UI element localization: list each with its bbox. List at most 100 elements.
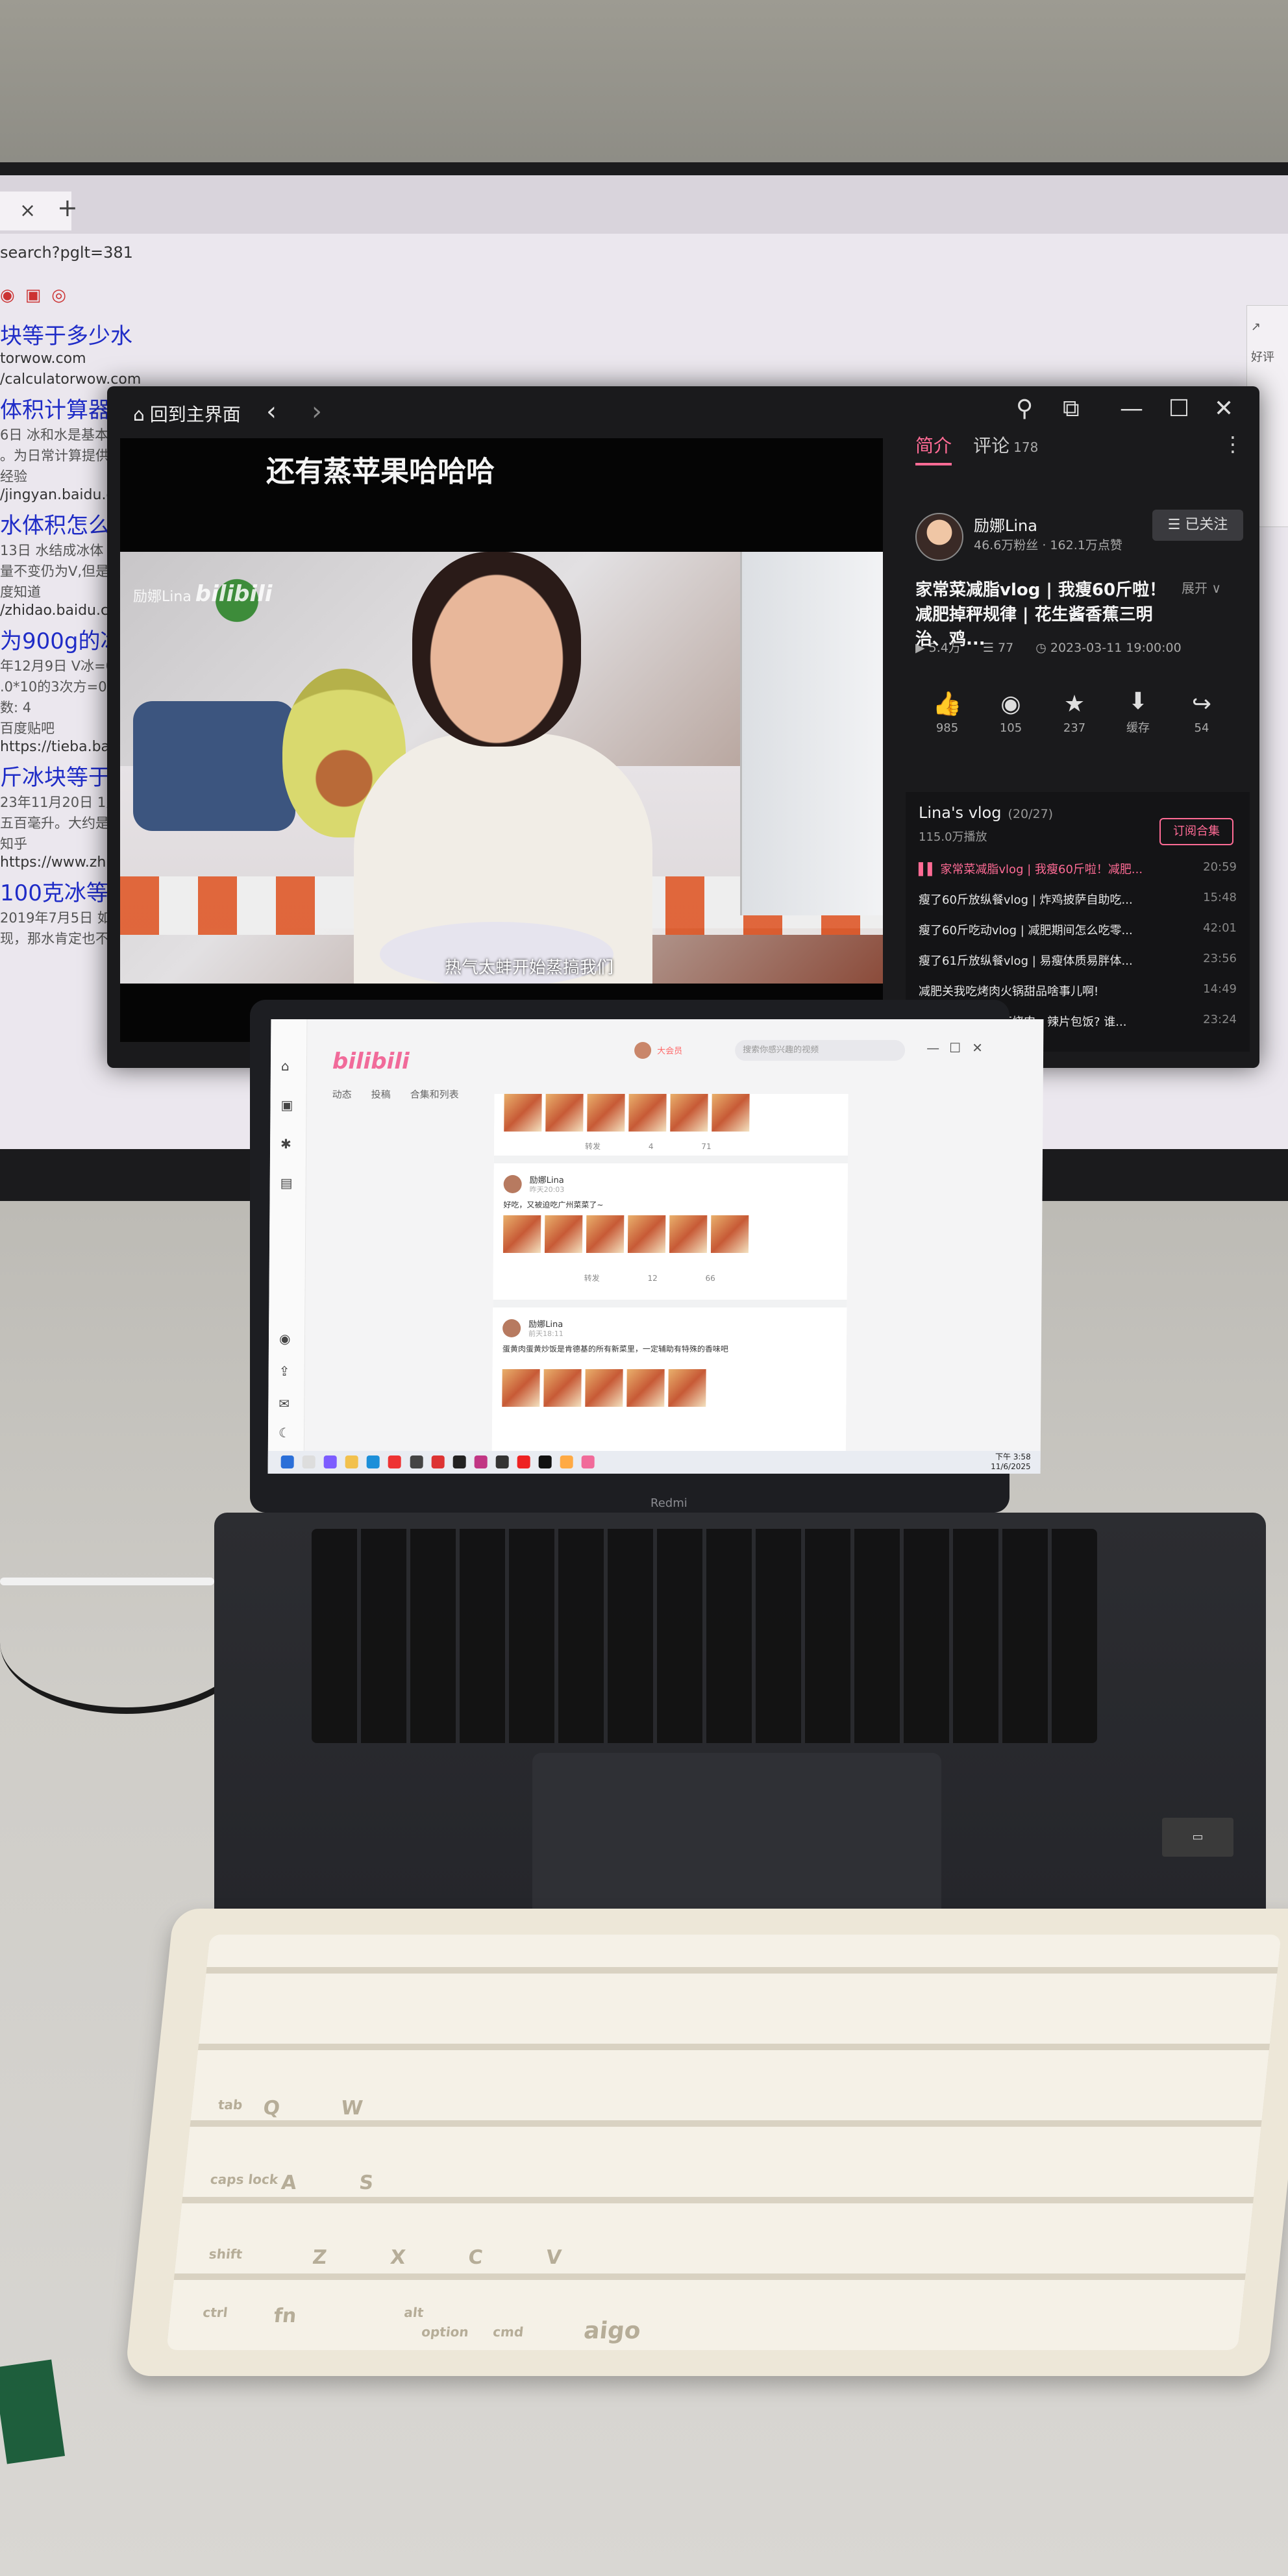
app-icon[interactable]	[431, 1455, 445, 1468]
coin-button[interactable]: ◉ 105	[979, 691, 1043, 735]
wps-icon[interactable]	[517, 1455, 530, 1468]
laptop-app-sidebar: ⌂ ▣ ✱ ▤ ◉ ⇪ ✉ ☾	[267, 1019, 308, 1474]
avatar[interactable]	[503, 1175, 522, 1193]
key-label[interactable]: A	[280, 2172, 298, 2194]
external-keyboard: Q W A S Z X C Valt ctrl fn shift caps lock tab option…	[125, 1909, 1288, 2376]
bookmark-icon[interactable]: ▣	[25, 286, 52, 305]
instagram-icon[interactable]	[474, 1455, 488, 1468]
post-actions[interactable]: 转发 4 71	[585, 1141, 712, 1152]
bilibili-icon[interactable]	[581, 1455, 595, 1468]
key-label[interactable]: X	[390, 2246, 407, 2269]
post-card[interactable]: 励娜Lina 前天18:11 蛋黄肉蛋黄炒饭是肯德基的所有新菜里，一定辅助有特殊…	[491, 1307, 847, 1465]
theme-icon[interactable]: ☾	[279, 1425, 290, 1441]
folder-icon[interactable]	[345, 1455, 359, 1468]
subscribe-button[interactable]: 订阅合集	[1159, 818, 1233, 845]
uploader-name[interactable]: 励娜Lina	[974, 513, 1037, 536]
video-icon[interactable]: ▣	[280, 1097, 293, 1113]
weibo-icon[interactable]: ◉	[0, 286, 25, 305]
episode-item[interactable]: 瘦了60斤吃动vlog | 减肥期间怎么吃零... 42:01	[919, 921, 1237, 938]
pip-icon[interactable]: ⧉	[1063, 395, 1080, 423]
episode-item[interactable]: ▌▌ 家常菜减脂vlog | 我瘦60斤啦！减肥... 20:59	[919, 860, 1237, 877]
search-icon[interactable]	[302, 1455, 316, 1468]
taskbar-clock[interactable]: 下午 3:58 11/6/2025	[991, 1452, 1031, 1472]
minimize-icon[interactable]: —	[1120, 395, 1143, 422]
upload-icon[interactable]: ⇪	[279, 1363, 290, 1379]
result-snippet: 知乎	[0, 836, 27, 852]
result-title-link[interactable]: 块等于多少水	[0, 318, 132, 350]
avatar[interactable]	[502, 1319, 521, 1337]
follow-button[interactable]: ☰ 已关注	[1152, 510, 1243, 541]
minimize-icon[interactable]: —	[926, 1040, 939, 1056]
result-snippet: 数: 4	[0, 700, 32, 715]
home-icon: ⌂	[133, 404, 145, 425]
expand-button[interactable]: 展开 ∨	[1182, 578, 1221, 597]
avatar-icon[interactable]: ◉	[279, 1331, 291, 1346]
search-input[interactable]: 搜索你感兴趣的视频	[734, 1040, 906, 1061]
episode-item[interactable]: 瘦了60斤放纵餐vlog | 炸鸡披萨自助吃... 15:48	[919, 891, 1237, 908]
key-label[interactable]: caps lock	[210, 2172, 279, 2187]
tab-intro[interactable]: 简介	[915, 432, 952, 465]
pin-icon[interactable]: ⚲	[1016, 395, 1033, 422]
cache-button[interactable]: ⬇ 缓存	[1106, 688, 1170, 736]
key-label[interactable]: alt	[403, 2305, 424, 2320]
key-label[interactable]: Q	[262, 2097, 281, 2120]
series-title[interactable]: Lina's vlog (20/27)	[919, 804, 1053, 822]
app-icon[interactable]	[538, 1455, 552, 1468]
tab-comments[interactable]: 评论 178	[973, 432, 1038, 458]
windows-taskbar: 下午 3:58 11/6/2025	[267, 1451, 1041, 1474]
avatar[interactable]	[915, 513, 963, 561]
key-label[interactable]: option	[421, 2324, 469, 2340]
key-label[interactable]: fn	[273, 2305, 297, 2327]
post-card[interactable]: 转发 4 71	[493, 1094, 848, 1163]
new-tab-button[interactable]: +	[57, 193, 78, 222]
maximize-icon[interactable]: ☐	[949, 1040, 961, 1056]
post-card[interactable]: 励娜Lina 昨天20:03 好吃，又被迫吃广州菜菜了~ 转发 12 66	[493, 1163, 848, 1307]
app-icon[interactable]	[560, 1455, 573, 1468]
episode-item[interactable]: 瘦了61斤放纵餐vlog | 易瘦体质易胖体... 23:56	[919, 952, 1237, 969]
forward-button[interactable]: ›	[312, 397, 322, 427]
favorite-button[interactable]: ★ 237	[1043, 691, 1106, 735]
post-images[interactable]	[502, 1369, 710, 1409]
app-icon[interactable]	[452, 1455, 466, 1468]
back-button[interactable]: ‹	[266, 397, 277, 427]
avatar[interactable]	[634, 1042, 652, 1059]
home-button[interactable]: ⌂ 回到主界面	[133, 401, 241, 427]
like-button[interactable]: 👍 985	[915, 690, 979, 735]
app-icon[interactable]	[410, 1455, 423, 1468]
edge-icon[interactable]	[366, 1455, 380, 1468]
post-actions[interactable]: 转发 12 66	[584, 1272, 715, 1283]
address-bar[interactable]: search?pglt=381	[0, 243, 133, 262]
episode-title: 瘦了61斤放纵餐vlog | 易瘦体质易胖体...	[919, 954, 1133, 968]
key-label[interactable]: C	[467, 2246, 484, 2269]
key-label[interactable]: shift	[208, 2246, 243, 2262]
key-label[interactable]: cmd	[492, 2324, 525, 2340]
video-player[interactable]: 还有蒸苹果哈哈哈 励娜Lina bilibili 热气太蚌开始蒸搞我们	[120, 438, 883, 1042]
key-label[interactable]: tab	[217, 2097, 243, 2112]
video-frame[interactable]: 励娜Lina bilibili 热气太蚌开始蒸搞我们	[120, 552, 883, 984]
close-icon[interactable]: ✕	[1214, 395, 1233, 422]
home-icon[interactable]: ⌂	[281, 1058, 290, 1074]
maximize-icon[interactable]: ☐	[1169, 395, 1189, 422]
browser-icon[interactable]: ◎	[51, 286, 77, 305]
key-label[interactable]: ctrl	[202, 2305, 229, 2320]
key-label[interactable]: V	[545, 2246, 563, 2269]
close-icon[interactable]: ✕	[972, 1040, 983, 1056]
post-images[interactable]	[502, 1215, 752, 1256]
tab-uploads[interactable]: 投稿	[371, 1089, 391, 1100]
key-label[interactable]: Z	[312, 2246, 328, 2269]
more-icon[interactable]: ⋮	[1222, 432, 1243, 456]
start-icon[interactable]	[280, 1455, 294, 1468]
tab-dynamic[interactable]: 动态	[332, 1089, 352, 1100]
app-icon[interactable]	[323, 1455, 337, 1468]
app-icon[interactable]	[388, 1455, 402, 1468]
post-images[interactable]	[504, 1094, 753, 1134]
key-label[interactable]: W	[340, 2097, 364, 2120]
dynamic-icon[interactable]: ✱	[280, 1136, 291, 1152]
app-icon[interactable]	[495, 1455, 509, 1468]
share-button[interactable]: ↪ 54	[1170, 691, 1233, 735]
message-icon[interactable]: ✉	[279, 1396, 290, 1411]
tv-icon[interactable]: ▤	[280, 1175, 293, 1191]
tab-collections[interactable]: 合集和列表	[410, 1089, 459, 1100]
key-label[interactable]: S	[358, 2172, 375, 2194]
episode-item[interactable]: 减肥关我吃烤肉火锅甜品啥事儿啊! 14:49	[919, 982, 1237, 999]
